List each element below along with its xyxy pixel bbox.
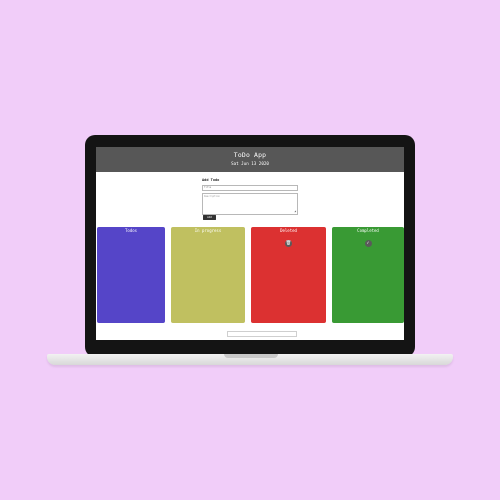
form-heading: Add Todo (202, 178, 220, 182)
footer-note (227, 331, 297, 337)
column-title: Completed (357, 228, 379, 233)
app-title: ToDo App (233, 151, 267, 159)
title-input[interactable]: Title (202, 185, 298, 191)
description-input[interactable]: Description ◢ (202, 193, 298, 215)
column-deleted[interactable]: Deleted 🗑 (251, 227, 326, 323)
laptop-screen: ToDo App Sat Jun 13 2020 Add Todo Title … (96, 147, 404, 340)
current-date: Sat Jun 13 2020 (231, 161, 269, 166)
column-title: Deleted (280, 228, 297, 233)
trash-glyph: 🗑 (285, 241, 292, 246)
check-glyph: ✓ (366, 241, 370, 246)
laptop-notch (224, 354, 278, 358)
app-header: ToDo App Sat Jun 13 2020 (96, 147, 404, 172)
add-button[interactable]: Add (203, 215, 216, 220)
column-in-progress[interactable]: In progress (171, 227, 245, 323)
footer (96, 327, 404, 340)
description-placeholder: Description (204, 195, 220, 198)
check-icon: ✓ (364, 240, 372, 247)
resize-handle-icon[interactable]: ◢ (294, 210, 296, 213)
column-title: Todos (124, 228, 138, 233)
column-completed[interactable]: Completed ✓ (332, 227, 404, 323)
column-title: In progress (194, 228, 222, 233)
column-todos[interactable]: Todos (97, 227, 165, 323)
trash-icon: 🗑 (285, 240, 292, 247)
